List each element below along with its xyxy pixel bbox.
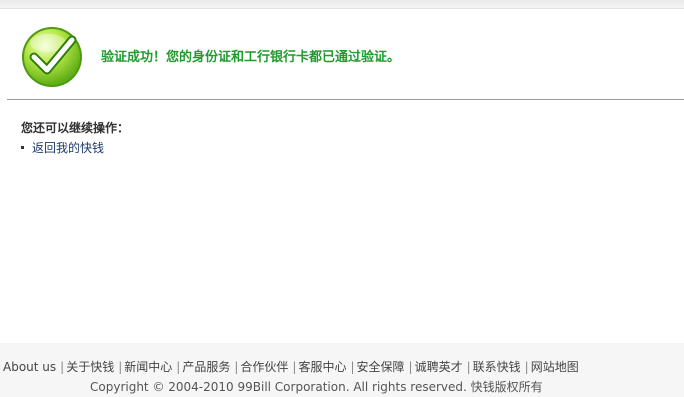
separator: | <box>466 360 471 374</box>
separator: | <box>524 360 529 374</box>
separator: | <box>292 360 297 374</box>
next-steps-title: 您还可以继续操作： <box>21 121 130 135</box>
copyright: Copyright © 2004-2010 99Bill Corporation… <box>90 380 543 394</box>
separator: | <box>408 360 413 374</box>
separator: | <box>118 360 123 374</box>
footer: About us | 关于快钱 | 新闻中心 | 产品服务 | 合作伙伴 | 客服中心 | 安全保障 | 诚… <box>0 343 684 397</box>
top-strip <box>0 0 684 9</box>
check-icon <box>20 25 84 89</box>
separator: | <box>176 360 181 374</box>
footer-link-contact[interactable]: 联系快钱 <box>473 360 521 374</box>
success-message: 验证成功！您的身份证和工行银行卡都已通过验证。 <box>101 50 401 65</box>
footer-link-news[interactable]: 新闻中心 <box>124 360 172 374</box>
list-item: 返回我的快钱 <box>21 139 104 156</box>
footer-link-customer-service[interactable]: 客服中心 <box>298 360 346 374</box>
footer-link-security[interactable]: 安全保障 <box>357 360 405 374</box>
footer-link-sitemap[interactable]: 网站地图 <box>531 360 579 374</box>
return-my-99bill-link[interactable]: 返回我的快钱 <box>32 139 104 156</box>
separator: | <box>350 360 355 374</box>
separator: | <box>60 360 65 374</box>
bullet-icon <box>21 146 24 149</box>
footer-link-about-us[interactable]: About us <box>3 360 56 374</box>
footer-link-partners[interactable]: 合作伙伴 <box>240 360 288 374</box>
footer-link-careers[interactable]: 诚聘英才 <box>415 360 463 374</box>
divider <box>7 99 684 100</box>
footer-link-products[interactable]: 产品服务 <box>182 360 230 374</box>
footer-link-about-99bill[interactable]: 关于快钱 <box>66 360 114 374</box>
separator: | <box>234 360 239 374</box>
next-steps-list: 返回我的快钱 <box>21 139 104 156</box>
footer-links: About us | 关于快钱 | 新闻中心 | 产品服务 | 合作伙伴 | 客服中心 | 安全保障 | 诚… <box>3 358 579 375</box>
